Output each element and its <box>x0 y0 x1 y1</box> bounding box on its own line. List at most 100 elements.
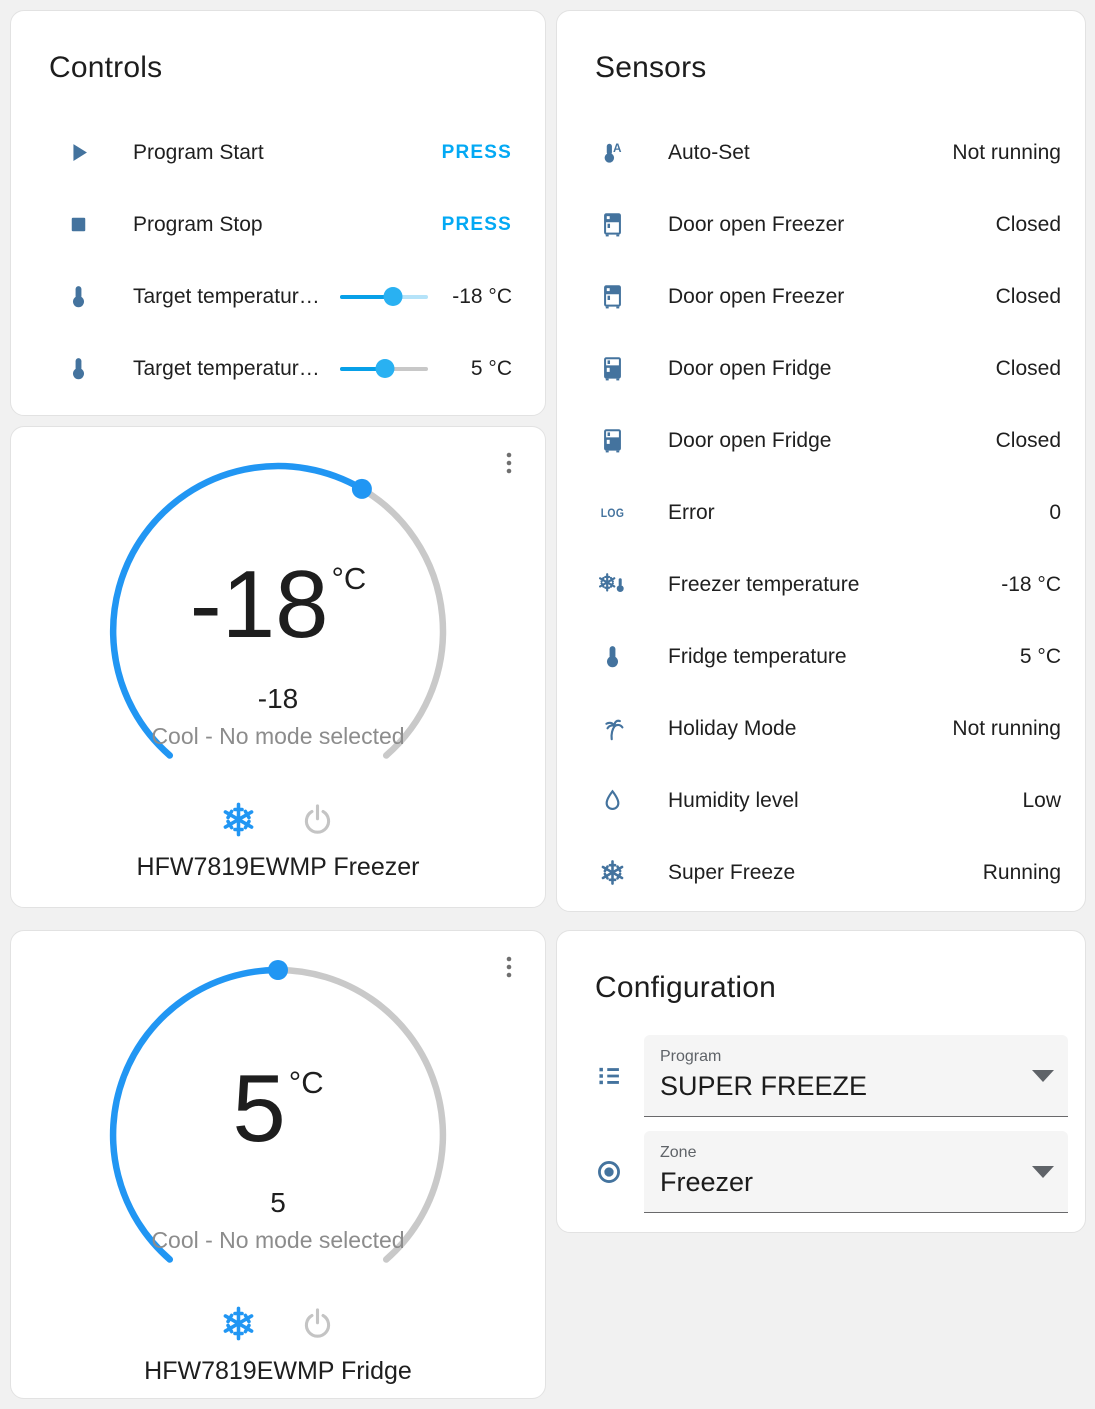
temperature-slider[interactable] <box>340 355 428 383</box>
sensor-value: 0 <box>1049 501 1061 524</box>
snowflake-icon[interactable] <box>220 1305 257 1342</box>
more-menu-icon[interactable] <box>497 953 521 981</box>
thermostat-dial[interactable]: 5°C 5 Cool - No mode selected <box>103 957 453 1277</box>
press-button[interactable]: PRESS <box>442 142 512 164</box>
power-icon[interactable] <box>299 801 336 838</box>
sensor-value: Closed <box>995 213 1061 236</box>
hvac-mode-text: Cool - No mode selected <box>151 723 405 749</box>
dial-handle[interactable] <box>351 478 372 499</box>
thermostat-card: -18°C -18 Cool - No mode selected HFW781… <box>10 426 546 908</box>
palm-tree-icon <box>599 715 627 743</box>
sensor-value: Running <box>982 861 1061 884</box>
current-temperature: 5 <box>270 1187 286 1218</box>
fridge-fridge-icon <box>599 355 627 383</box>
press-button[interactable]: PRESS <box>442 214 512 236</box>
sensor-row[interactable]: LOG Error 0 <box>557 477 1085 549</box>
snowflake-icon[interactable] <box>220 801 257 838</box>
card-title: Controls <box>49 51 163 84</box>
control-label: Target temperatur… <box>133 285 320 308</box>
dial-handle[interactable] <box>268 960 288 980</box>
fridge-fridge-icon <box>599 427 627 455</box>
sensor-row[interactable]: Holiday Mode Not running <box>557 693 1085 765</box>
hvac-mode-text: Cool - No mode selected <box>151 1227 405 1253</box>
sensor-label: Holiday Mode <box>668 717 797 740</box>
card-title: Sensors <box>595 51 707 84</box>
sensor-value: Not running <box>952 717 1061 740</box>
controls-card: Controls Program Start PRESS Program Sto… <box>10 10 546 416</box>
sensor-row[interactable]: Fridge temperature 5 °C <box>557 621 1085 693</box>
sensor-label: Door open Fridge <box>668 429 832 452</box>
svg-text:A: A <box>613 141 622 155</box>
sensor-value: Closed <box>995 429 1061 452</box>
play-icon <box>65 139 93 167</box>
control-row[interactable]: Program Stop PRESS <box>11 189 545 261</box>
control-value: 5 °C <box>470 357 512 380</box>
sensor-row[interactable]: Door open Freezer Closed <box>557 189 1085 261</box>
setpoint-temperature: -18°C <box>189 551 367 658</box>
sensor-row[interactable]: Door open Freezer Closed <box>557 261 1085 333</box>
sensor-row[interactable]: A Auto-Set Not running <box>557 117 1085 189</box>
thermometer-icon <box>65 355 93 383</box>
control-row[interactable]: Target temperatur… 5 °C <box>11 333 545 405</box>
sensors-card: Sensors A Auto-Set Not running Door open… <box>556 10 1086 912</box>
sensor-label: Fridge temperature <box>668 645 847 668</box>
sensor-value: Closed <box>995 357 1061 380</box>
sensor-row[interactable]: Humidity level Low <box>557 765 1085 837</box>
radio-circle-icon <box>595 1158 623 1186</box>
dashboard: Controls Program Start PRESS Program Sto… <box>0 0 1095 1409</box>
select-field[interactable]: Zone Freezer <box>644 1131 1068 1213</box>
current-temperature: -18 <box>257 683 299 714</box>
thermometer-icon <box>65 283 93 311</box>
sensors-rows: A Auto-Set Not running Door open Freezer… <box>557 117 1085 909</box>
hvac-mode-buttons <box>11 799 545 839</box>
slider-knob[interactable] <box>383 287 403 306</box>
sensor-row[interactable]: Super Freeze Running <box>557 837 1085 909</box>
thermostat-name: HFW7819EWMP Freezer <box>136 853 420 881</box>
more-menu-icon[interactable] <box>497 449 521 477</box>
fridge-freezer-icon <box>599 211 627 239</box>
list-icon <box>595 1062 623 1090</box>
log-icon: LOG <box>599 499 627 527</box>
dial-readout: -18°C -18 Cool - No mode selected <box>103 557 453 750</box>
svg-text:LOG: LOG <box>601 506 625 520</box>
sensor-value: Low <box>1022 789 1061 812</box>
sensor-label: Humidity level <box>668 789 799 812</box>
stop-icon <box>65 211 93 239</box>
configuration-rows: Program SUPER FREEZE Zone Freezer <box>557 1035 1085 1213</box>
slider-knob[interactable] <box>375 359 395 378</box>
select-value: SUPER FREEZE <box>660 1071 868 1101</box>
sensor-label: Error <box>668 501 715 524</box>
sensor-label: Auto-Set <box>668 141 750 164</box>
power-icon[interactable] <box>299 1305 336 1342</box>
sensor-label: Door open Freezer <box>668 285 845 308</box>
snowflake-thermometer-icon <box>599 571 627 599</box>
control-row[interactable]: Target temperatur… -18 °C <box>11 261 545 333</box>
sensor-row[interactable]: Freezer temperature -18 °C <box>557 549 1085 621</box>
sensor-value: 5 °C <box>1019 645 1061 668</box>
temperature-slider[interactable] <box>340 283 428 311</box>
select-label: Zone <box>660 1144 697 1161</box>
thermostat-dial[interactable]: -18°C -18 Cool - No mode selected <box>103 453 453 773</box>
select-field[interactable]: Program SUPER FREEZE <box>644 1035 1068 1117</box>
dial-readout: 5°C 5 Cool - No mode selected <box>103 1061 453 1254</box>
control-value: -18 °C <box>452 285 512 308</box>
fridge-freezer-icon <box>599 283 627 311</box>
controls-rows: Program Start PRESS Program Stop PRESS T… <box>11 117 545 405</box>
thermostat-name: HFW7819EWMP Fridge <box>144 1357 412 1385</box>
dropdown-arrow-icon <box>1032 1070 1054 1082</box>
control-label: Program Start <box>133 141 264 164</box>
control-label: Program Stop <box>133 213 263 236</box>
select-value: Freezer <box>660 1167 754 1197</box>
dropdown-arrow-icon <box>1032 1166 1054 1178</box>
thermometer-icon <box>599 643 627 671</box>
sensor-label: Door open Fridge <box>668 357 832 380</box>
sensor-row[interactable]: Door open Fridge Closed <box>557 405 1085 477</box>
sensor-row[interactable]: Door open Fridge Closed <box>557 333 1085 405</box>
snowflake-icon <box>599 859 627 887</box>
sensor-label: Door open Freezer <box>668 213 845 236</box>
control-row[interactable]: Program Start PRESS <box>11 117 545 189</box>
thermometer-auto-icon: A <box>599 139 627 167</box>
water-drop-icon <box>599 787 627 815</box>
card-title: Configuration <box>595 971 777 1004</box>
sensor-value: -18 °C <box>1001 573 1061 596</box>
